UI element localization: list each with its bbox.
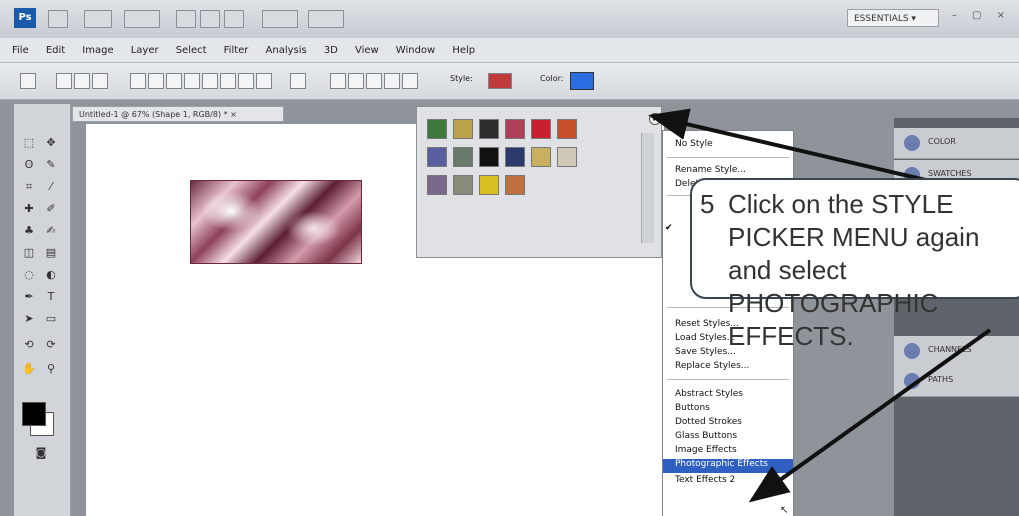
step-instruction: Click on the STYLE PICKER MENU again and… <box>728 189 980 351</box>
instruction-callout: 5 Click on the STYLE PICKER MENU again a… <box>690 178 1019 351</box>
step-number: 5 <box>700 189 715 219</box>
arrow-to-photographic-effects <box>748 328 992 503</box>
photoshop-window: Ps ESSENTIALS ▾ – ▢ × File Edit Image La… <box>0 0 1019 516</box>
